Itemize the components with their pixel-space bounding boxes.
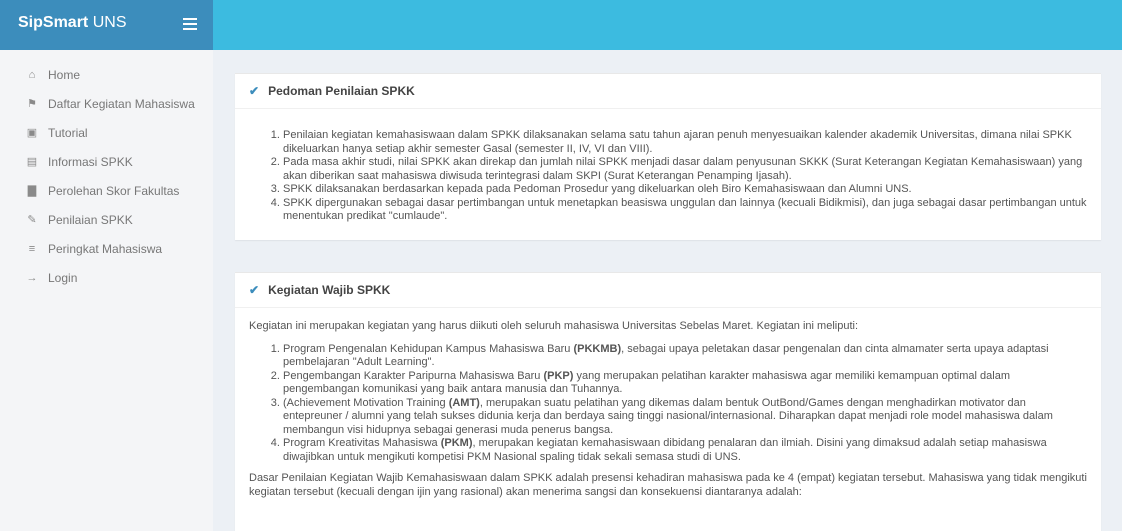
check-icon: ✔ bbox=[249, 84, 260, 98]
bar-chart-icon: ▇ bbox=[27, 185, 37, 197]
brand-light: UNS bbox=[92, 14, 127, 31]
intro-text: Kegiatan ini merupakan kegiatan yang har… bbox=[249, 320, 859, 332]
trophy-icon: ⚑ bbox=[27, 98, 37, 110]
pedoman-box: ✔ Pedoman Penilaian SPKK Penilaian kegia… bbox=[235, 73, 1101, 240]
list-item: SPKK dipergunakan sebagai dasar pertimba… bbox=[283, 197, 1087, 224]
kegiatan-wajib-box: ✔ Kegiatan Wajib SPKK Kegiatan ini merup… bbox=[235, 272, 1101, 531]
newspaper-icon: ▤ bbox=[26, 156, 38, 168]
sidebar-item-penilaian[interactable]: ✎ Penilaian SPKK bbox=[0, 205, 213, 234]
sidebar-item-peringkat[interactable]: ≡ Peringkat Mahasiswa bbox=[0, 234, 213, 263]
video-icon: ▣ bbox=[26, 127, 38, 139]
sidebar-item-daftar-kegiatan[interactable]: ⚑ Daftar Kegiatan Mahasiswa bbox=[0, 89, 213, 118]
box-header: ✔ Kegiatan Wajib SPKK bbox=[235, 273, 1101, 308]
box-body: Penilaian kegiatan kemahasiswaan dalam S… bbox=[235, 109, 1101, 224]
sidebar-item-label: Login bbox=[48, 270, 78, 285]
top-navbar bbox=[213, 0, 1122, 50]
kegiatan-list: Program Pengenalan Kehidupan Kampus Maha… bbox=[249, 343, 1087, 465]
hamburger-menu-icon[interactable] bbox=[183, 18, 197, 30]
edit-icon: ✎ bbox=[27, 214, 37, 226]
main-content: ✔ Pedoman Penilaian SPKK Penilaian kegia… bbox=[213, 50, 1122, 531]
check-icon: ✔ bbox=[249, 283, 260, 297]
list-item: Pada masa akhir studi, nilai SPKK akan d… bbox=[283, 156, 1087, 183]
list-item: Program Pengenalan Kehidupan Kampus Maha… bbox=[283, 343, 1087, 370]
sidebar-item-label: Penilaian SPKK bbox=[48, 212, 133, 227]
box-title: Kegiatan Wajib SPKK bbox=[268, 283, 391, 297]
sidebar-menu: ⌂ Home ⚑ Daftar Kegiatan Mahasiswa ▣ Tut… bbox=[0, 60, 213, 292]
brand-text: SipSmart UNS bbox=[18, 14, 126, 32]
brand-logo[interactable]: SipSmart UNS bbox=[0, 0, 213, 50]
sidebar-item-perolehan-skor[interactable]: ▇ Perolehan Skor Fakultas bbox=[0, 176, 213, 205]
sidebar-item-informasi[interactable]: ▤ Informasi SPKK bbox=[0, 147, 213, 176]
list-item: SPKK dilaksanakan berdasarkan kepada pad… bbox=[283, 183, 1087, 197]
box-header: ✔ Pedoman Penilaian SPKK bbox=[235, 74, 1101, 109]
login-icon: → bbox=[26, 271, 38, 284]
list-item: (Achievement Motivation Training (AMT), … bbox=[283, 397, 1087, 438]
sidebar-item-label: Home bbox=[48, 67, 81, 82]
list-item: Penilaian kegiatan kemahasiswaan dalam S… bbox=[283, 129, 1087, 156]
sidebar-item-login[interactable]: → Login bbox=[0, 263, 213, 292]
sidebar: SipSmart UNS ⌂ Home ⚑ Daftar Kegiatan Ma… bbox=[0, 0, 214, 531]
list-item: Pengembangan Karakter Paripurna Mahasisw… bbox=[283, 370, 1087, 397]
sidebar-item-label: Perolehan Skor Fakultas bbox=[48, 183, 180, 198]
sidebar-item-label: Informasi SPKK bbox=[48, 154, 133, 169]
list-item: Program Kreativitas Mahasiswa (PKM), mer… bbox=[283, 437, 1087, 464]
sidebar-item-label: Peringkat Mahasiswa bbox=[48, 241, 163, 256]
sidebar-item-label: Tutorial bbox=[48, 125, 88, 140]
sidebar-item-tutorial[interactable]: ▣ Tutorial bbox=[0, 118, 213, 147]
brand-bold: SipSmart bbox=[18, 14, 89, 31]
sidebar-item-label: Daftar Kegiatan Mahasiswa bbox=[48, 96, 195, 111]
dasar-text: Dasar Penilaian Kegiatan Wajib Kemahasis… bbox=[249, 472, 1087, 498]
list-icon: ≡ bbox=[28, 242, 36, 255]
sidebar-item-home[interactable]: ⌂ Home bbox=[0, 60, 213, 89]
box-body: Kegiatan ini merupakan kegiatan yang har… bbox=[235, 308, 1101, 499]
pedoman-list: Penilaian kegiatan kemahasiswaan dalam S… bbox=[249, 129, 1087, 224]
box-title: Pedoman Penilaian SPKK bbox=[268, 84, 415, 98]
home-icon: ⌂ bbox=[28, 68, 36, 81]
